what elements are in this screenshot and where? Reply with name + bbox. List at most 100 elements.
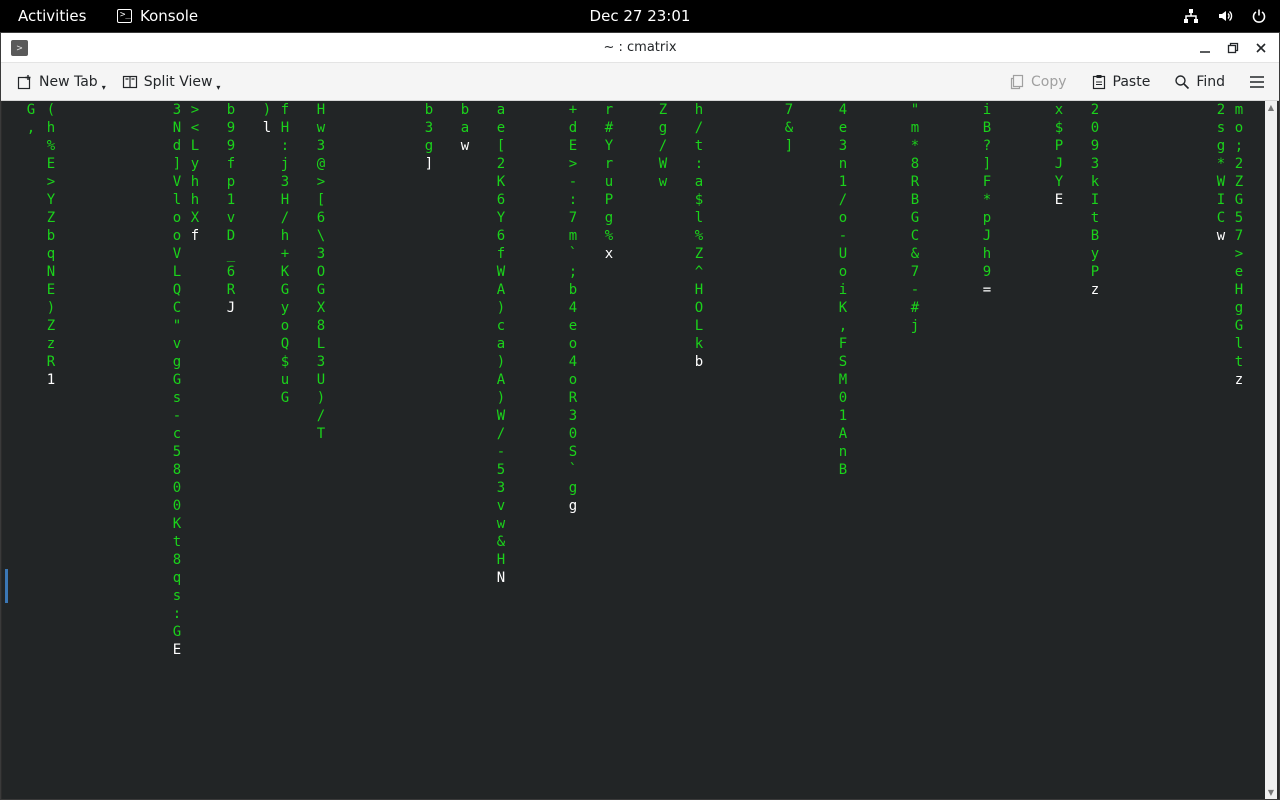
toolbar-right: Copy Paste Find [1005,63,1269,101]
matrix-column-trail: 2 0 9 3 k I t B y P [1090,102,1100,280]
konsole-window: > ~ : cmatrix New Tab ▾ Split View ▾ Cop… [0,32,1280,800]
new-tab-label: New Tab [39,73,98,90]
matrix-column-head: 1 [46,372,56,388]
scroll-up-icon[interactable]: ▲ [1265,103,1277,112]
find-label: Find [1196,74,1225,90]
app-menu-button[interactable]: >_ Konsole [117,0,198,32]
app-menu-label: Konsole [140,7,199,25]
matrix-column-head: z [1234,372,1244,388]
clock-button[interactable]: Dec 27 23:01 [590,7,691,25]
find-button[interactable]: Find [1170,68,1229,96]
terminal-window-icon[interactable]: > [11,40,28,56]
activities-label: Activities [18,7,87,25]
window-controls [1197,33,1269,63]
copy-button[interactable]: Copy [1005,68,1071,96]
terminal-view[interactable]: G , ( h % E > Y Z b q N E ) Z z R 1 3 N d … [2,101,1266,799]
matrix-column-trail: 7 & ] [784,102,794,154]
matrix-column-trail: h / t : a $ l % Z ^ H O L k [694,102,704,352]
volume-icon[interactable] [1216,7,1234,25]
activities-button[interactable]: Activities [18,0,86,32]
matrix-column: x $ P J Y E [1052,101,1066,209]
matrix-column-trail: ( h % E > Y Z b q N E ) Z z R [46,102,56,370]
matrix-column: m o ; 2 Z G 5 7 > e H g G l t z [1232,101,1246,389]
matrix-column-head: ] [424,156,434,172]
matrix-column: b 3 g ] [422,101,436,173]
matrix-column: ) l [260,101,274,137]
matrix-column-trail: i B ? ] F * p J h 9 [982,102,992,280]
matrix-column: ( h % E > Y Z b q N E ) Z z R 1 [44,101,58,389]
matrix-column-head: w [1216,228,1226,244]
matrix-column-trail: " m * 8 R B G C & 7 - # j [910,102,920,334]
toolbar: New Tab ▾ Split View ▾ Copy Paste Find [1,63,1279,101]
matrix-column-trail: > < L y h h X [190,102,200,226]
matrix-column-head: E [1054,192,1064,208]
matrix-column-trail: + d E > - : 7 m ` ; b 4 e o 4 o R 3 0 S … [568,102,578,496]
hamburger-menu-button[interactable] [1245,68,1269,96]
matrix-column-trail: b 9 9 f p 1 v D _ 6 R [226,102,236,298]
scroll-down-icon[interactable]: ▼ [1265,788,1277,797]
matrix-column-trail: G , [26,102,36,136]
maximize-icon[interactable] [1225,40,1241,56]
matrix-column-trail: 3 N d ] V l o o V L Q C " v g G s - c 5 … [172,102,182,640]
matrix-column-trail: x $ P J Y [1054,102,1064,190]
new-tab-button[interactable]: New Tab ▾ [13,68,112,96]
hamburger-menu-icon [1249,74,1265,90]
matrix-column: b 9 9 f p 1 v D _ 6 R J [224,101,238,317]
matrix-column-trail: r # Y r u P g % [604,102,614,244]
matrix-column-head: = [982,282,992,298]
matrix-column-head: E [172,642,182,658]
matrix-column-head: J [226,300,236,316]
system-tray[interactable] [1182,0,1268,32]
search-icon [1174,74,1190,90]
matrix-column: + d E > - : 7 m ` ; b 4 e o 4 o R 3 0 S … [566,101,580,515]
matrix-column-trail: m o ; 2 Z G 5 7 > e H g G l t [1234,102,1244,370]
matrix-column-head: b [694,354,704,370]
paste-button[interactable]: Paste [1087,68,1155,96]
matrix-column-trail: f H : j 3 H / h + K G y o Q $ u G [280,102,290,406]
close-icon[interactable] [1253,40,1269,56]
matrix-column: 3 N d ] V l o o V L Q C " v g G s - c 5 … [170,101,184,659]
matrix-column: h / t : a $ l % Z ^ H O L k b [692,101,706,371]
matrix-column: i B ? ] F * p J h 9 = [980,101,994,299]
title-bar[interactable]: > ~ : cmatrix [1,33,1279,63]
split-view-dropdown-icon[interactable]: ▾ [216,83,220,92]
terminal-cursor-marker [5,569,8,603]
matrix-column-trail: H w 3 @ > [ 6 \ 3 O G X 8 L 3 U ) / T [316,102,326,442]
matrix-column-head: g [568,498,578,514]
gnome-top-bar: Activities >_ Konsole Dec 27 23:01 [0,0,1280,32]
terminal-scrollbar[interactable]: ▲ ▼ [1265,101,1277,799]
matrix-column-trail: 4 e 3 n 1 / o - U o i K , F S M 0 1 A n … [838,102,848,478]
matrix-column: 7 & ] [782,101,796,155]
copy-label: Copy [1031,74,1067,90]
new-tab-dropdown-icon[interactable]: ▾ [102,83,106,92]
split-view-label: Split View [143,73,213,90]
matrix-column-trail: Z g / W w [658,102,668,190]
cmatrix-rain: G , ( h % E > Y Z b q N E ) Z z R 1 3 N d … [2,101,1266,799]
power-icon[interactable] [1250,7,1268,25]
matrix-column: r # Y r u P g % x [602,101,616,263]
matrix-column-trail: 2 s g * W I C [1216,102,1226,226]
split-view-icon [122,74,138,90]
matrix-column: > < L y h h X f [188,101,202,245]
matrix-column: b a w [458,101,472,155]
matrix-column: f H : j 3 H / h + K G y o Q $ u G [278,101,292,407]
matrix-column-head: w [460,138,470,154]
matrix-column: G , [24,101,38,137]
matrix-column: H w 3 @ > [ 6 \ 3 O G X 8 L 3 U ) / T [314,101,328,443]
minimize-icon[interactable] [1197,40,1213,56]
network-icon[interactable] [1182,7,1200,25]
window-title: ~ : cmatrix [603,40,677,55]
matrix-column-trail: a e [ 2 K 6 Y 6 f W A ) c a ) A ) W / - … [496,102,506,568]
konsole-app-icon: >_ [117,9,132,23]
paste-icon [1091,74,1107,90]
matrix-column: Z g / W w [656,101,670,191]
matrix-column: a e [ 2 K 6 Y 6 f W A ) c a ) A ) W / - … [494,101,508,587]
split-view-button[interactable]: Split View ▾ [118,68,227,96]
matrix-column-head: N [496,570,506,586]
matrix-column-head: f [190,228,200,244]
matrix-column-head: l [262,120,272,136]
matrix-column-head: z [1090,282,1100,298]
matrix-column: 2 s g * W I C w [1214,101,1228,245]
matrix-column-head: x [604,246,614,262]
new-tab-icon [17,74,33,90]
